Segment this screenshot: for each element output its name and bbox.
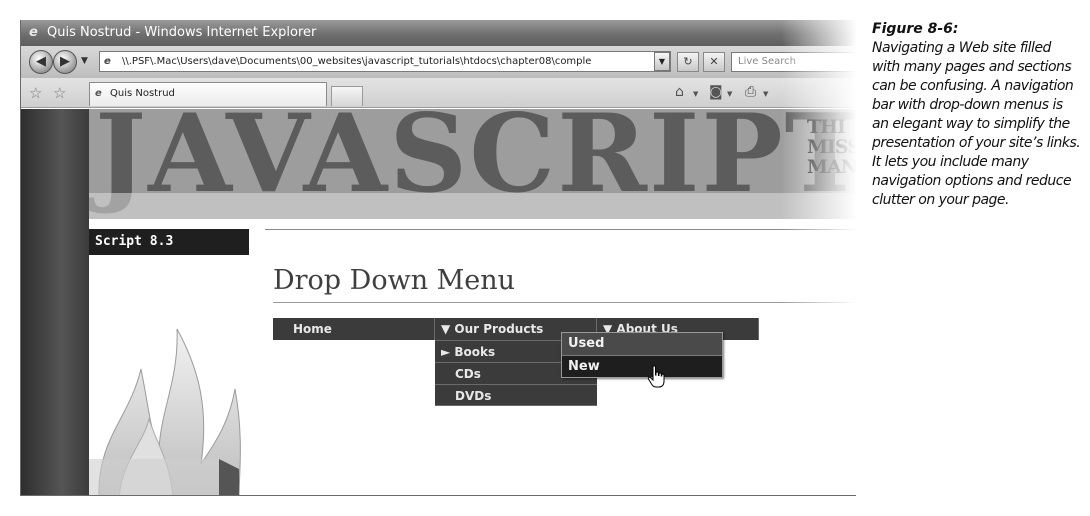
top-divider xyxy=(265,229,856,230)
banner-highlight xyxy=(89,193,856,219)
submenu-item-used[interactable]: Used xyxy=(562,333,722,355)
window-title-bar: e Quis Nostrud - Windows Internet Explore… xyxy=(21,20,856,46)
page-left-gutter xyxy=(21,109,89,495)
figure-label: Figure 8-6: xyxy=(872,21,959,37)
stop-button[interactable]: ✕ xyxy=(703,52,725,72)
home-dropdown-icon[interactable]: ▼ xyxy=(693,90,698,98)
address-dropdown-button[interactable]: ▼ xyxy=(654,52,670,71)
site-banner: JAVASCRIPT THI MISS MAN xyxy=(89,109,856,219)
history-dropdown-icon[interactable]: ▼ xyxy=(81,56,88,66)
feeds-dropdown-icon[interactable]: ▼ xyxy=(727,90,732,98)
books-submenu: Used New xyxy=(561,332,723,378)
ie-logo-icon: e xyxy=(29,25,38,40)
tab-active[interactable]: e Quis Nostrud xyxy=(89,82,327,106)
hand-cursor-icon xyxy=(647,365,665,388)
page-content: Drop Down Menu Home ▼ Our Products ▼ Abo… xyxy=(265,229,856,489)
window-title: Quis Nostrud - Windows Internet Explorer xyxy=(47,25,317,40)
figure-text: Navigating a Web site filled with many p… xyxy=(872,40,1081,208)
page-viewport: JAVASCRIPT THI MISS MAN Script 8.3 Drop … xyxy=(21,109,856,495)
favorites-star-icon[interactable]: ☆ xyxy=(29,84,42,102)
tab-page-icon: e xyxy=(95,88,102,99)
banner-subtitle: THI MISS MAN xyxy=(807,116,856,178)
script-label: Script 8.3 xyxy=(89,229,249,255)
page-heading: Drop Down Menu xyxy=(273,265,516,296)
dropdown-item-dvds[interactable]: DVDs xyxy=(435,384,597,406)
heading-divider xyxy=(273,302,856,303)
page-sidebar: Script 8.3 xyxy=(89,229,249,495)
page-icon: e xyxy=(104,56,111,67)
figure-caption: Figure 8-6: Navigating a Web site filled… xyxy=(872,20,1082,210)
print-dropdown-icon[interactable]: ▼ xyxy=(763,90,768,98)
new-tab-button[interactable] xyxy=(331,86,363,106)
back-button[interactable]: ◀ xyxy=(29,50,53,74)
forward-button[interactable]: ▶ xyxy=(53,50,77,74)
submenu-item-new[interactable]: New xyxy=(562,355,722,377)
address-bar-row: ◀ ▶ ▼ e \\.PSF\.Mac\Users\dave\Documents… xyxy=(21,46,856,78)
flame-book-illustration xyxy=(89,328,241,495)
refresh-button[interactable]: ↻ xyxy=(677,52,699,72)
search-input[interactable]: Live Search xyxy=(731,52,856,72)
print-icon[interactable]: ⎙ xyxy=(745,84,756,100)
tab-bar: ☆ ☆ e Quis Nostrud ⌂ ▼ ◙ ▼ ⎙ ▼ xyxy=(21,78,856,108)
home-icon[interactable]: ⌂ xyxy=(675,84,684,100)
tab-title: Quis Nostrud xyxy=(110,88,175,99)
address-input[interactable]: e \\.PSF\.Mac\Users\dave\Documents\00_we… xyxy=(99,51,671,72)
nav-home[interactable]: Home xyxy=(273,318,435,340)
add-favorites-icon[interactable]: ☆ xyxy=(53,84,66,102)
address-text: \\.PSF\.Mac\Users\dave\Documents\00_webs… xyxy=(122,56,592,67)
screenshot-frame: e Quis Nostrud - Windows Internet Explore… xyxy=(20,20,856,496)
feeds-icon[interactable]: ◙ xyxy=(709,84,723,100)
